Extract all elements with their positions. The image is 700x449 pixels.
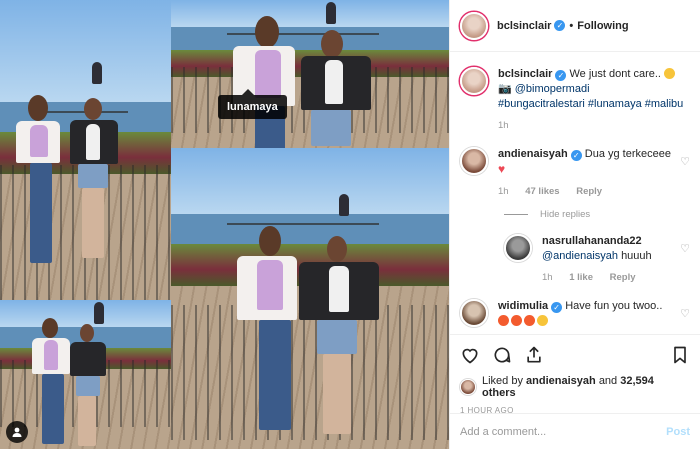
emoji-icon (498, 315, 509, 326)
liked-by-prefix: Liked by (482, 375, 523, 387)
like-comment-heart-icon[interactable]: ♡ (680, 155, 690, 168)
red-heart-emoji-icon: ♥ (498, 162, 506, 176)
add-comment-bar: Post (450, 413, 700, 449)
reply-likes-count[interactable]: 1 like (569, 272, 593, 283)
following-button[interactable]: Following (577, 20, 628, 32)
like-reply-heart-icon[interactable]: ♡ (680, 242, 690, 255)
commenter-avatar[interactable] (460, 299, 488, 327)
share-icon[interactable] (524, 345, 544, 365)
caption: bclsinclair ✓ We just dont care.. 📷 @bimo… (460, 67, 690, 133)
like-heart-icon[interactable] (460, 345, 480, 365)
header-separator: • (569, 19, 574, 32)
verified-badge-icon: ✓ (555, 70, 567, 81)
verified-badge-icon: ✓ (554, 20, 566, 31)
caption-author-avatar[interactable] (460, 67, 488, 95)
tagged-user-icon[interactable] (6, 421, 28, 443)
comment-likes-count[interactable]: 47 likes (525, 186, 559, 197)
like-comment-heart-icon[interactable]: ♡ (680, 307, 690, 320)
comment-username[interactable]: widimulia (498, 300, 548, 312)
post-photo[interactable]: lunamaya (0, 0, 449, 449)
author-avatar[interactable] (460, 11, 488, 40)
liked-by-user-link[interactable]: andienaisyah (526, 375, 596, 387)
collage-panel-top-left (0, 0, 171, 300)
comment-time[interactable]: 1h (498, 186, 509, 197)
reply-mention-link[interactable]: @andienaisyah (542, 250, 618, 262)
bookmark-icon[interactable] (670, 345, 690, 365)
post-comment-button[interactable]: Post (666, 426, 690, 438)
reply-reply-button[interactable]: Reply (610, 272, 636, 283)
collage-panel-top-right (171, 0, 449, 148)
emoji-icon (511, 315, 522, 326)
commenter-avatar[interactable] (460, 147, 488, 175)
hide-replies-button[interactable]: Hide replies (504, 209, 690, 220)
verified-badge-icon: ✓ (551, 302, 563, 313)
collage-panel-bottom-right (171, 148, 449, 449)
comment-reply-button[interactable]: Reply (576, 186, 602, 197)
emoji-icon (524, 315, 535, 326)
comment-text: Have fun you twoo.. (565, 300, 663, 312)
emoji-icon (537, 315, 548, 326)
reply-avatar[interactable] (504, 234, 532, 262)
likes-summary: Liked by andienaisyah and 32,594 others (460, 375, 690, 399)
comments-list[interactable]: bclsinclair ✓ We just dont care.. 📷 @bimo… (450, 53, 700, 334)
caption-text: We just dont care.. (569, 68, 661, 80)
post-side-panel: bclsinclair ✓ • Following bclsinclair ✓ W… (449, 0, 700, 449)
comment-item: widimulia ✓ Have fun you twoo.. ♡ (460, 299, 690, 329)
comment-username[interactable]: andienaisyah (498, 148, 568, 160)
reply-item: nasrullahananda22 @andienaisyah huuuh 1h… (504, 234, 690, 285)
verified-badge-icon: ✓ (570, 150, 582, 161)
comment-text: Dua yg terkeceee (584, 148, 671, 160)
caption-time[interactable]: 1h (498, 120, 509, 131)
user-tag-label[interactable]: lunamaya (218, 89, 287, 119)
liked-by-connector: and (598, 375, 618, 387)
caption-hashtags[interactable]: #bungacitralestari #lunamaya #malibu (498, 98, 683, 110)
post-header: bclsinclair ✓ • Following (450, 0, 700, 52)
reply-username[interactable]: nasrullahananda22 (542, 235, 642, 247)
reply-text: huuuh (621, 250, 652, 262)
comment-bubble-icon[interactable] (492, 345, 512, 365)
add-comment-input[interactable] (460, 425, 667, 438)
caption-username[interactable]: bclsinclair (498, 68, 552, 80)
laughing-emoji-icon (664, 68, 676, 79)
author-username[interactable]: bclsinclair (497, 20, 551, 32)
camera-emoji-icon: 📷 (498, 83, 512, 95)
comment-item: andienaisyah ✓ Dua yg terkeceee ♥ 1h 47 l… (460, 147, 690, 199)
caption-mention-link[interactable]: @bimopermadi (515, 83, 590, 95)
reply-time[interactable]: 1h (542, 272, 553, 283)
post-actions: Liked by andienaisyah and 32,594 others … (450, 334, 700, 415)
liker-avatar[interactable] (460, 379, 476, 395)
